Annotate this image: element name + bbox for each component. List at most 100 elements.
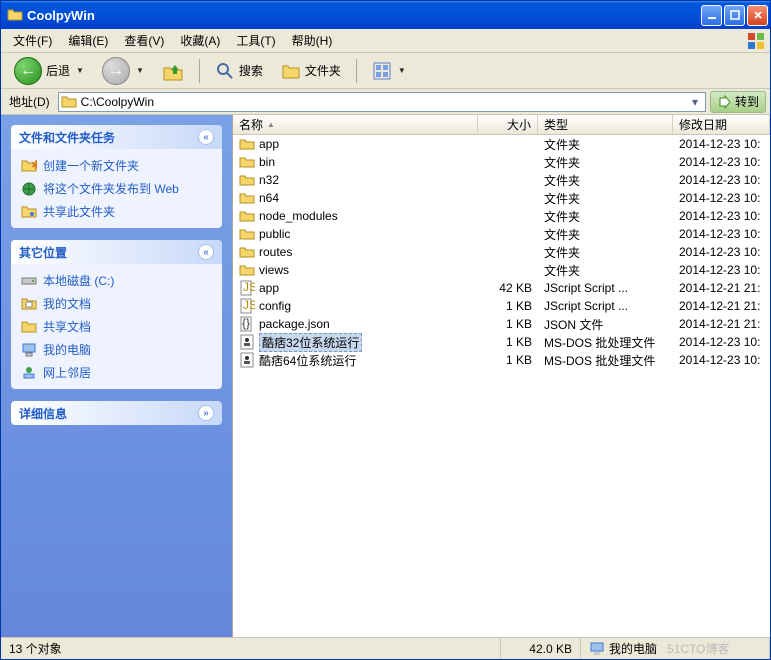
file-row[interactable]: bin文件夹2014-12-23 10: [233, 153, 770, 171]
file-size: 1 KB [478, 298, 538, 314]
menu-edit[interactable]: 编辑(E) [60, 30, 116, 51]
back-button[interactable]: ← 后退 ▼ [7, 57, 91, 85]
address-combo[interactable]: C:\CoolpyWin ▾ [58, 92, 706, 112]
file-row[interactable]: JSconfig1 KBJScript Script ...2014-12-21… [233, 297, 770, 315]
file-row[interactable]: 酷痞64位系统运行1 KBMS-DOS 批处理文件2014-12-23 10: [233, 351, 770, 369]
documents-icon [21, 296, 37, 312]
file-date: 2014-12-21 21: [673, 298, 770, 314]
file-row[interactable]: 酷痞32位系统运行1 KBMS-DOS 批处理文件2014-12-23 10: [233, 333, 770, 351]
file-size [478, 197, 538, 199]
menu-view[interactable]: 查看(V) [116, 30, 172, 51]
column-name[interactable]: 名称▲ [233, 115, 478, 134]
file-row[interactable]: routes文件夹2014-12-23 10: [233, 243, 770, 261]
windows-flag-icon [746, 31, 766, 51]
menubar: 文件(F) 编辑(E) 查看(V) 收藏(A) 工具(T) 帮助(H) [1, 29, 770, 53]
svg-text:JS: JS [243, 280, 255, 294]
menu-file[interactable]: 文件(F) [5, 30, 60, 51]
link-local-disk-c[interactable]: 本地磁盘 (C:) [21, 272, 212, 289]
link-network-places[interactable]: 网上邻居 [21, 364, 212, 381]
views-button[interactable]: ▼ [365, 57, 413, 85]
panel-header[interactable]: 其它位置 « [11, 240, 222, 264]
file-date: 2014-12-23 10: [673, 172, 770, 188]
folder-icon [239, 208, 255, 224]
network-icon [21, 365, 37, 381]
task-new-folder[interactable]: ✱创建一个新文件夹 [21, 157, 212, 174]
file-row[interactable]: app文件夹2014-12-23 10: [233, 135, 770, 153]
views-icon [372, 61, 392, 81]
file-size [478, 251, 538, 253]
file-name: n64 [259, 191, 279, 205]
task-publish-web[interactable]: 将这个文件夹发布到 Web [21, 180, 212, 197]
chevron-down-icon[interactable]: » [198, 405, 214, 421]
file-size: 1 KB [478, 334, 538, 350]
file-row[interactable]: n64文件夹2014-12-23 10: [233, 189, 770, 207]
js-icon: JS [239, 280, 255, 296]
file-row[interactable]: views文件夹2014-12-23 10: [233, 261, 770, 279]
search-label: 搜索 [239, 62, 263, 79]
file-date: 2014-12-23 10: [673, 208, 770, 224]
chevron-up-icon[interactable]: « [198, 244, 214, 260]
task-share-folder[interactable]: 共享此文件夹 [21, 203, 212, 220]
file-type: 文件夹 [538, 189, 673, 208]
file-size [478, 143, 538, 145]
column-type[interactable]: 类型 [538, 115, 673, 134]
svg-text:{}: {} [242, 316, 250, 330]
file-type: 文件夹 [538, 171, 673, 190]
folders-icon [281, 61, 301, 81]
close-button[interactable] [747, 5, 768, 26]
file-rows[interactable]: app文件夹2014-12-23 10:bin文件夹2014-12-23 10:… [233, 135, 770, 637]
file-type: MS-DOS 批处理文件 [538, 333, 673, 352]
file-name: 酷痞64位系统运行 [259, 352, 356, 369]
menu-help[interactable]: 帮助(H) [284, 30, 341, 51]
file-size [478, 215, 538, 217]
chevron-down-icon: ▼ [136, 66, 144, 75]
svg-text:✱: ✱ [31, 158, 37, 172]
file-type: JScript Script ... [538, 298, 673, 314]
separator [199, 59, 200, 83]
file-size [478, 233, 538, 235]
bat-icon [239, 334, 255, 350]
file-name: views [259, 263, 289, 277]
column-size[interactable]: 大小 [478, 115, 538, 134]
panel-header[interactable]: 文件和文件夹任务 « [11, 125, 222, 149]
maximize-button[interactable] [724, 5, 745, 26]
menu-tools[interactable]: 工具(T) [228, 30, 283, 51]
watermark: 51CTO博客 [667, 640, 729, 657]
minimize-button[interactable] [701, 5, 722, 26]
file-type: JScript Script ... [538, 280, 673, 296]
file-date: 2014-12-21 21: [673, 280, 770, 296]
folder-icon [239, 262, 255, 278]
file-type: 文件夹 [538, 225, 673, 244]
link-my-documents[interactable]: 我的文档 [21, 295, 212, 312]
file-size: 1 KB [478, 352, 538, 368]
file-row[interactable]: n32文件夹2014-12-23 10: [233, 171, 770, 189]
column-headers: 名称▲ 大小 类型 修改日期 [233, 115, 770, 135]
titlebar[interactable]: CoolpyWin [1, 1, 770, 29]
task-pane: 文件和文件夹任务 « ✱创建一个新文件夹 将这个文件夹发布到 Web 共享此文件… [1, 115, 232, 637]
file-size [478, 161, 538, 163]
up-folder-icon [162, 60, 184, 82]
search-button[interactable]: 搜索 [208, 57, 270, 85]
body: 文件和文件夹任务 « ✱创建一个新文件夹 将这个文件夹发布到 Web 共享此文件… [1, 115, 770, 637]
folders-button[interactable]: 文件夹 [274, 57, 348, 85]
file-row[interactable]: node_modules文件夹2014-12-23 10: [233, 207, 770, 225]
link-shared-docs[interactable]: 共享文档 [21, 318, 212, 335]
forward-button[interactable]: → ▼ [95, 57, 151, 85]
chevron-down-icon[interactable]: ▾ [687, 95, 703, 109]
link-my-computer[interactable]: 我的电脑 [21, 341, 212, 358]
file-row[interactable]: JSapp42 KBJScript Script ...2014-12-21 2… [233, 279, 770, 297]
file-row[interactable]: public文件夹2014-12-23 10: [233, 225, 770, 243]
file-row[interactable]: {}package.json1 KBJSON 文件2014-12-21 21: [233, 315, 770, 333]
go-button[interactable]: 转到 [710, 91, 766, 113]
column-date[interactable]: 修改日期 [673, 115, 770, 134]
file-date: 2014-12-23 10: [673, 226, 770, 242]
menu-favorites[interactable]: 收藏(A) [172, 30, 228, 51]
file-type: 文件夹 [538, 207, 673, 226]
chevron-up-icon[interactable]: « [198, 129, 214, 145]
up-button[interactable] [155, 57, 191, 85]
file-type: 文件夹 [538, 135, 673, 154]
file-size [478, 179, 538, 181]
file-date: 2014-12-21 21: [673, 316, 770, 332]
separator [356, 59, 357, 83]
panel-header[interactable]: 详细信息 » [11, 401, 222, 425]
